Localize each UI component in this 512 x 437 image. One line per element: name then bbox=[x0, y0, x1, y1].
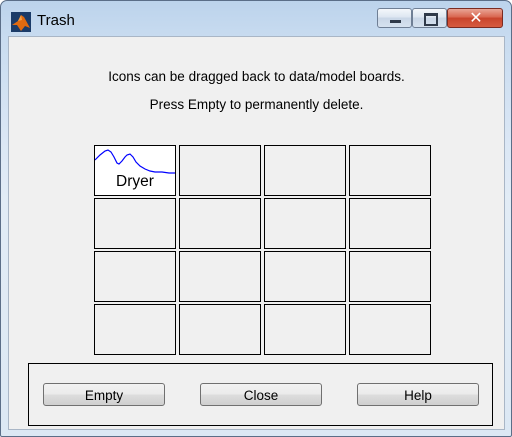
trash-slot[interactable] bbox=[94, 198, 176, 249]
trash-slot[interactable] bbox=[179, 145, 261, 196]
trash-slot[interactable] bbox=[264, 198, 346, 249]
dialog-body: Icons can be dragged back to data/model … bbox=[8, 36, 505, 430]
trash-item-label: Dryer bbox=[116, 173, 154, 190]
trash-slot[interactable] bbox=[264, 304, 346, 355]
trash-slot[interactable] bbox=[264, 251, 346, 302]
close-button[interactable]: Close bbox=[200, 383, 322, 406]
trash-slot[interactable] bbox=[179, 251, 261, 302]
trash-slot[interactable] bbox=[264, 145, 346, 196]
trash-slot[interactable] bbox=[179, 304, 261, 355]
trash-icon-grid: Dryer bbox=[94, 145, 431, 356]
minimize-icon bbox=[390, 20, 401, 23]
window-title: Trash bbox=[37, 12, 75, 29]
trash-slot[interactable] bbox=[349, 198, 431, 249]
trash-slot[interactable] bbox=[179, 198, 261, 249]
trash-item-dryer[interactable]: Dryer bbox=[94, 145, 176, 196]
minimize-button[interactable] bbox=[377, 8, 412, 28]
maximize-icon bbox=[424, 13, 438, 26]
title-bar[interactable]: Trash ✕ bbox=[1, 1, 511, 37]
button-panel: Empty Close Help bbox=[28, 363, 493, 426]
trash-slot[interactable] bbox=[349, 251, 431, 302]
help-button[interactable]: Help bbox=[357, 383, 479, 406]
close-window-button[interactable]: ✕ bbox=[447, 8, 503, 28]
maximize-button[interactable] bbox=[412, 8, 447, 28]
empty-button[interactable]: Empty bbox=[43, 383, 165, 406]
trash-window: Trash ✕ Icons can be dragged back to dat… bbox=[0, 0, 512, 437]
trash-slot[interactable] bbox=[349, 145, 431, 196]
close-icon: ✕ bbox=[469, 8, 483, 27]
info-text-drag: Icons can be dragged back to data/model … bbox=[108, 69, 405, 84]
trash-slot[interactable] bbox=[349, 304, 431, 355]
info-text-empty: Press Empty to permanently delete. bbox=[149, 97, 364, 112]
matlab-icon bbox=[11, 12, 31, 32]
trash-slot[interactable] bbox=[94, 251, 176, 302]
trash-slot[interactable] bbox=[94, 304, 176, 355]
